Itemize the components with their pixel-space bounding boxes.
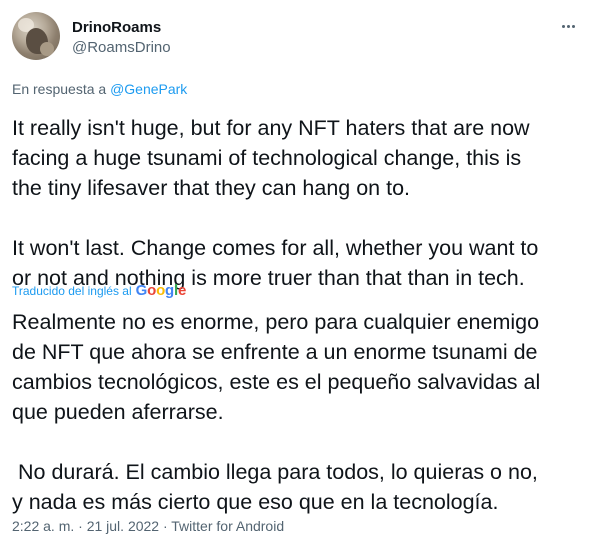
more-horizontal-icon-dot [571,24,575,28]
author-name[interactable]: DrinoRoams [72,19,161,36]
tweet-timestamp[interactable]: 2:22 a. m. · 21 jul. 2022 · Twitter for … [12,518,284,534]
tweet-text-original: It really isn't huge, but for any NFT ha… [12,116,539,290]
author-handle[interactable]: @RoamsDrino [72,39,171,56]
reply-mention-link[interactable]: @GenePark [110,81,187,97]
google-logo: Google [135,282,187,299]
reply-context: En respuesta a @GenePark [12,81,187,97]
more-horizontal-icon-dot [566,24,570,28]
tweet-text-translated: Realmente no es enorme, pero para cualqu… [12,310,541,514]
more-horizontal-icon [561,24,565,28]
translation-attribution[interactable]: Traducido del inglés al Google [12,282,186,299]
more-options-button[interactable] [556,14,580,38]
translation-label: Traducido del inglés al [12,283,132,298]
reply-prefix: En respuesta a [12,81,107,97]
tweet: DrinoRoams @RoamsDrino En respuesta a @G… [0,0,592,549]
avatar-detail [40,42,54,56]
avatar[interactable] [12,12,60,60]
